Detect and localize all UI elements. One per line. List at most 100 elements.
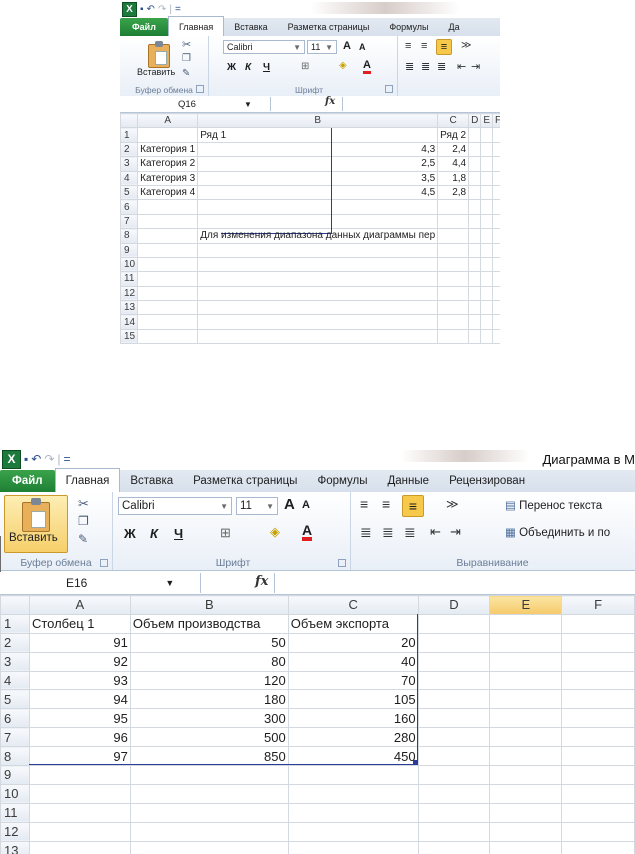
cell-f15[interactable] — [492, 328, 500, 345]
cell-e1[interactable] — [489, 613, 563, 634]
cell-a11[interactable] — [137, 271, 199, 287]
fx-icon[interactable]: fx — [255, 574, 268, 589]
cell-f9[interactable] — [492, 242, 500, 258]
cell-d12[interactable] — [468, 285, 482, 302]
cell-e5[interactable] — [480, 184, 494, 201]
clipboard-launcher-icon[interactable] — [196, 85, 204, 93]
cell-f1[interactable] — [492, 127, 500, 143]
row-header[interactable]: 12 — [120, 285, 139, 302]
clipboard-launcher-icon[interactable] — [100, 559, 108, 567]
tab-page-layout[interactable]: Разметка страницы — [183, 470, 307, 492]
row-header[interactable]: 11 — [0, 802, 30, 823]
cell-c2[interactable]: 2,4 — [437, 141, 470, 158]
save-icon[interactable]: ▪ — [24, 452, 28, 466]
cell-e12[interactable] — [489, 821, 563, 842]
italic-button[interactable]: К — [245, 62, 251, 73]
range-resize-handle[interactable] — [413, 760, 417, 764]
cell-c5[interactable]: 105 — [287, 689, 419, 710]
cell-e12[interactable] — [480, 285, 494, 302]
align-bottom-icon[interactable]: ≡ — [402, 495, 424, 517]
row-header[interactable]: 9 — [0, 765, 30, 785]
column-header-f[interactable]: F — [561, 595, 635, 615]
undo-icon[interactable]: ↶ — [31, 452, 41, 466]
row-header[interactable]: 4 — [0, 670, 30, 691]
cell-b9[interactable] — [197, 242, 439, 258]
cell-f6[interactable] — [492, 199, 500, 215]
grow-font-button[interactable]: A — [343, 40, 351, 52]
cell-e10[interactable] — [480, 256, 494, 273]
cell-c13[interactable] — [287, 840, 419, 854]
cell-d3[interactable] — [417, 651, 491, 672]
row-header[interactable]: 4 — [120, 170, 139, 186]
cell-b8[interactable]: 850 — [129, 746, 289, 767]
cell-b3[interactable]: 2,5 — [197, 156, 439, 172]
cell-f6[interactable] — [561, 708, 635, 729]
cell-a10[interactable] — [28, 783, 131, 804]
cell-d2[interactable] — [417, 632, 491, 653]
cell-f13[interactable] — [492, 300, 500, 316]
select-all-corner[interactable] — [120, 112, 139, 129]
align-top-icon[interactable]: ≡ — [360, 496, 368, 512]
cell-a13[interactable] — [28, 840, 131, 854]
cell-b13[interactable] — [129, 840, 289, 854]
bold-button[interactable]: Ж — [227, 62, 236, 73]
borders-icon[interactable]: ⊞ — [220, 525, 231, 541]
cell-a10[interactable] — [137, 256, 199, 273]
cell-c12[interactable] — [287, 821, 419, 842]
wrap-text-button[interactable]: ▤ Перенос текста — [505, 498, 602, 512]
cell-b6[interactable] — [197, 199, 439, 215]
orientation-icon[interactable]: ≫ — [461, 40, 471, 51]
cell-e9[interactable] — [480, 242, 494, 258]
cell-e2[interactable] — [489, 632, 563, 653]
align-center-icon[interactable]: ≣ — [421, 60, 430, 73]
cell-d6[interactable] — [417, 708, 491, 729]
cell-d5[interactable] — [417, 689, 491, 710]
column-header-c[interactable]: C — [287, 595, 419, 615]
cell-a4[interactable]: 93 — [28, 670, 131, 691]
cell-e10[interactable] — [489, 783, 563, 804]
cell-c11[interactable] — [437, 271, 470, 287]
cell-d9[interactable] — [417, 765, 491, 785]
cell-c4[interactable]: 70 — [287, 670, 419, 691]
cell-b5[interactable]: 4,5 — [197, 184, 439, 201]
cell-d3[interactable] — [468, 156, 482, 172]
cell-c9[interactable] — [437, 242, 470, 258]
column-header-a[interactable]: A — [137, 112, 199, 129]
column-header-e[interactable]: E — [480, 112, 494, 129]
cell-d12[interactable] — [417, 821, 491, 842]
cell-f8[interactable] — [492, 228, 500, 244]
cell-f4[interactable] — [561, 670, 635, 691]
cell-a3[interactable]: Категория 2 — [137, 156, 199, 172]
tab-home[interactable]: Главная — [167, 16, 225, 36]
font-launcher-icon[interactable] — [385, 85, 393, 93]
customize-qat-icon[interactable]: = — [64, 452, 71, 466]
cell-c10[interactable] — [437, 256, 470, 273]
cell-b11[interactable] — [197, 271, 439, 287]
tab-file[interactable]: Файл — [120, 18, 168, 36]
cell-b3[interactable]: 80 — [129, 651, 289, 672]
column-header-d[interactable]: D — [417, 595, 491, 615]
cell-f9[interactable] — [561, 765, 635, 785]
align-left-icon[interactable]: ≣ — [360, 524, 372, 541]
merge-center-button[interactable]: ▦ Объединить и по — [505, 525, 610, 539]
italic-button[interactable]: К — [150, 526, 158, 541]
cell-a13[interactable] — [137, 300, 199, 316]
cell-e8[interactable] — [489, 746, 563, 767]
align-top-icon[interactable]: ≡ — [405, 40, 411, 52]
cell-d9[interactable] — [468, 242, 482, 258]
row-header[interactable]: 12 — [0, 821, 30, 842]
row-header[interactable]: 6 — [0, 708, 30, 729]
column-header-a[interactable]: A — [28, 595, 131, 615]
cell-c10[interactable] — [287, 783, 419, 804]
tab-home[interactable]: Главная — [54, 468, 121, 492]
cell-c11[interactable] — [287, 802, 419, 823]
borders-icon[interactable]: ⊞ — [301, 61, 309, 72]
increase-indent-icon[interactable]: ⇥ — [471, 60, 480, 73]
row-header[interactable]: 9 — [120, 242, 139, 258]
cell-f11[interactable] — [492, 271, 500, 287]
name-box[interactable]: Q16 ▼ — [120, 97, 271, 111]
grow-font-button[interactable]: A — [284, 496, 295, 513]
copy-icon[interactable]: ❐ — [78, 514, 89, 528]
cell-e11[interactable] — [489, 802, 563, 823]
cell-f2[interactable] — [561, 632, 635, 653]
